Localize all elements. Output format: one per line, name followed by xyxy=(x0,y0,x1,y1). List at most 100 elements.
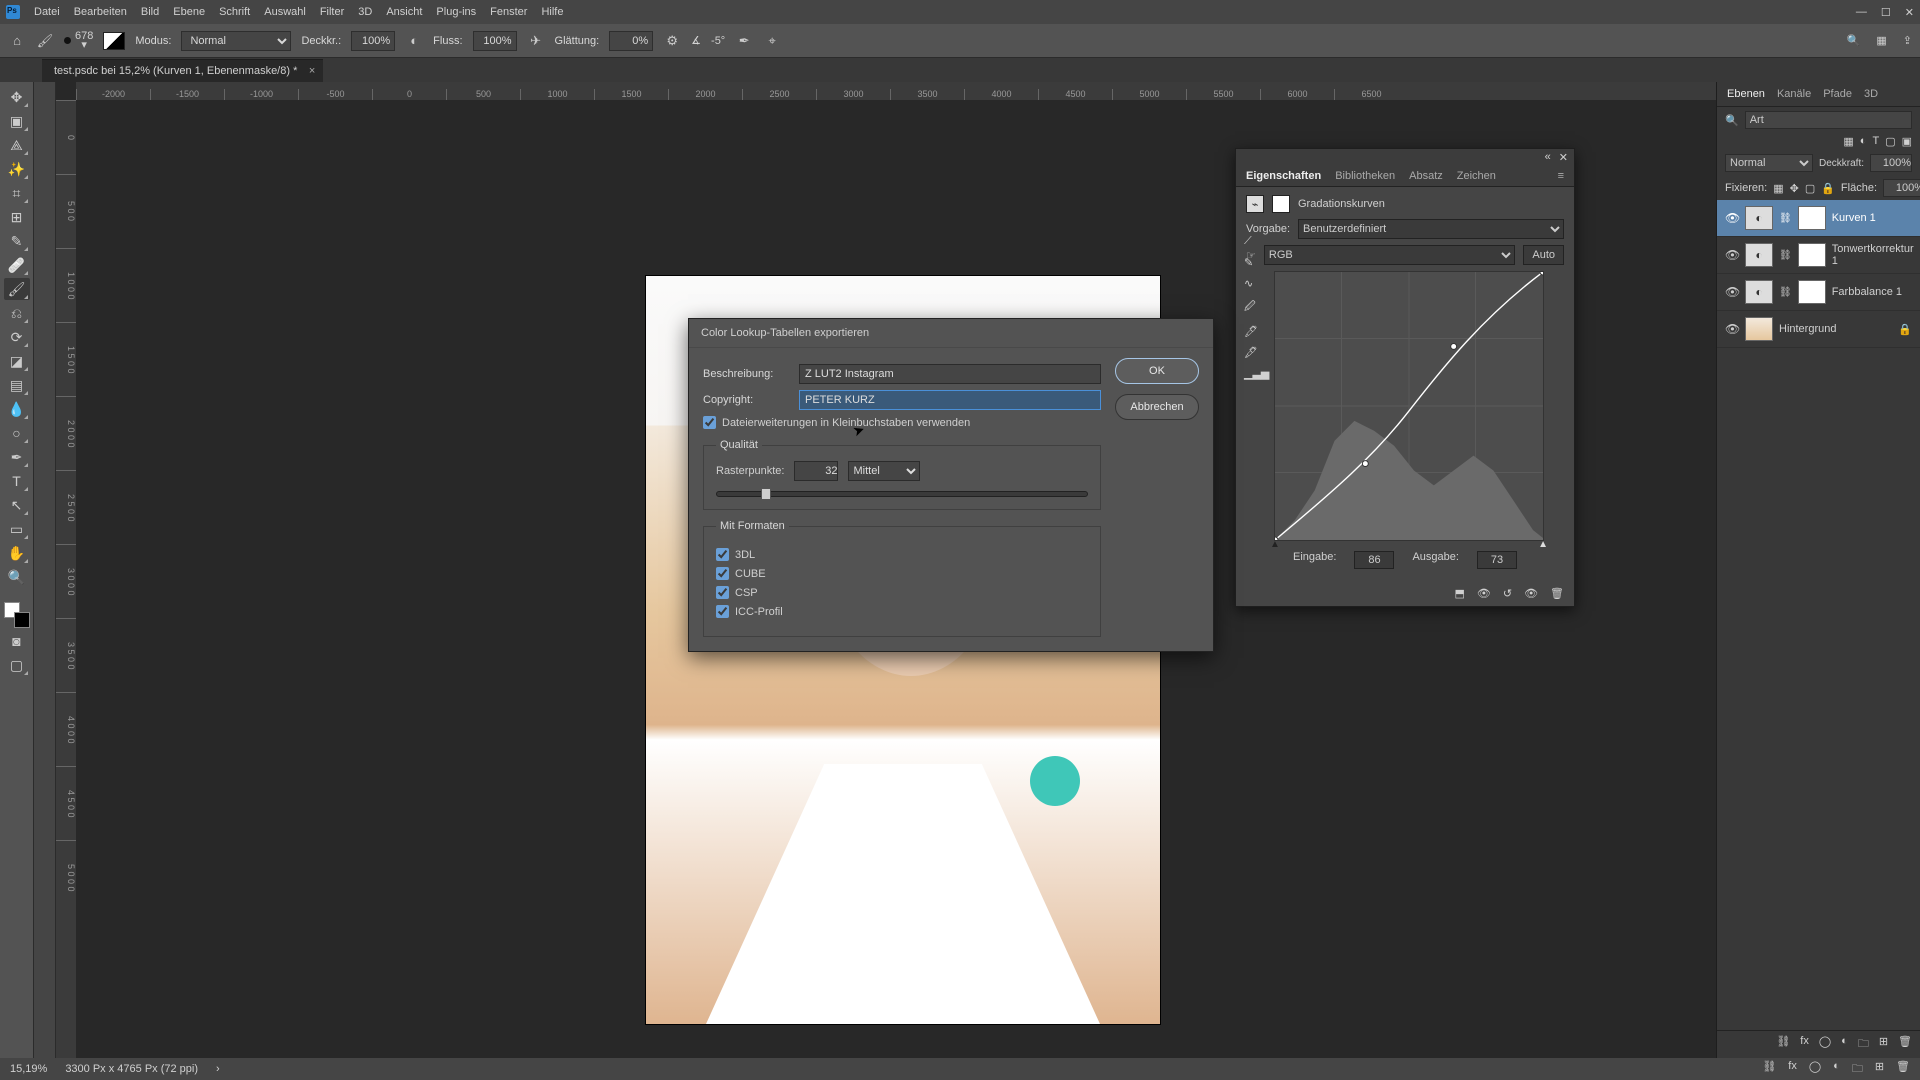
layer-fill-input[interactable] xyxy=(1883,179,1920,197)
frame-tool[interactable]: ⊞ xyxy=(4,206,30,228)
brush-icon[interactable]: 🖌 xyxy=(36,32,54,50)
filter-shape-icon[interactable]: ▢ xyxy=(1885,135,1895,148)
gradient-tool[interactable]: ▤ xyxy=(4,374,30,396)
format-csp-checkbox[interactable] xyxy=(716,586,729,599)
workspace-icon[interactable]: ▦ xyxy=(1876,34,1886,47)
window-minimize-icon[interactable]: — xyxy=(1856,6,1867,19)
status-adjust-icon[interactable]: ◐ xyxy=(1833,1060,1840,1079)
tab-libraries[interactable]: Bibliotheken xyxy=(1335,170,1395,182)
wand-tool[interactable]: ✨ xyxy=(4,158,30,180)
status-link-icon[interactable]: ⛓ xyxy=(1762,1060,1776,1079)
symmetry-icon[interactable]: ⌖ xyxy=(763,32,781,50)
layer-row[interactable]: 👁◐⛓Kurven 1 xyxy=(1717,200,1920,237)
menu-plugins[interactable]: Plug-ins xyxy=(436,6,476,18)
opacity-input[interactable] xyxy=(351,31,395,51)
brush-preset-picker[interactable]: 678▾ xyxy=(64,32,93,50)
toggle-visibility-icon[interactable]: 👁 xyxy=(1524,587,1538,600)
pen-tool[interactable]: ✒ xyxy=(4,446,30,468)
panel-menu-icon[interactable]: ≡ xyxy=(1558,170,1564,182)
menu-layer[interactable]: Ebene xyxy=(173,6,205,18)
description-input[interactable] xyxy=(799,364,1101,384)
menu-view[interactable]: Ansicht xyxy=(386,6,422,18)
adjustment-thumb[interactable]: ◐ xyxy=(1745,243,1773,267)
brush-panel-toggle-icon[interactable] xyxy=(103,32,125,50)
flow-input[interactable] xyxy=(473,31,517,51)
delete-layer-icon[interactable]: 🗑 xyxy=(1898,1035,1912,1054)
curves-graph[interactable]: ▲ ▲ xyxy=(1274,271,1544,541)
zoom-tool[interactable]: 🔍 xyxy=(4,566,30,588)
doc-info-arrow-icon[interactable]: › xyxy=(216,1063,220,1075)
auto-button[interactable]: Auto xyxy=(1523,245,1564,265)
menu-select[interactable]: Auswahl xyxy=(264,6,306,18)
panel-collapse-icon[interactable]: « xyxy=(1545,151,1551,164)
tab-paths[interactable]: Pfade xyxy=(1823,88,1852,100)
layer-row[interactable]: 👁◐⛓Farbbalance 1 xyxy=(1717,274,1920,311)
shape-tool[interactable]: ▭ xyxy=(4,518,30,540)
layer-filter-input[interactable] xyxy=(1745,111,1912,129)
move-tool[interactable]: ✥ xyxy=(4,86,30,108)
tab-character[interactable]: Zeichen xyxy=(1457,170,1496,182)
tab-channels[interactable]: Kanäle xyxy=(1777,88,1811,100)
adjustment-layer-icon[interactable]: ◐ xyxy=(1841,1035,1848,1054)
menu-file[interactable]: Datei xyxy=(34,6,60,18)
histogram-icon[interactable]: ▁▃▅ xyxy=(1244,367,1269,380)
path-select-tool[interactable]: ↖ xyxy=(4,494,30,516)
layer-mask-icon[interactable]: ◯ xyxy=(1819,1035,1831,1054)
blur-tool[interactable]: 💧 xyxy=(4,398,30,420)
filter-type-icon[interactable]: T xyxy=(1872,135,1879,148)
menu-type[interactable]: Schrift xyxy=(219,6,250,18)
copyright-input[interactable] xyxy=(799,390,1101,410)
menu-3d[interactable]: 3D xyxy=(358,6,372,18)
layer-blend-select[interactable]: Normal xyxy=(1725,154,1813,172)
visibility-icon[interactable]: 👁 xyxy=(1725,248,1739,262)
tab-paragraph[interactable]: Absatz xyxy=(1409,170,1443,182)
layer-row[interactable]: 👁◐⛓Tonwertkorrektur 1 xyxy=(1717,237,1920,274)
blend-mode-select[interactable]: Normal xyxy=(181,31,291,51)
status-trash-icon[interactable]: 🗑 xyxy=(1896,1060,1910,1079)
zoom-level[interactable]: 15,19% xyxy=(10,1063,47,1075)
tab-layers[interactable]: Ebenen xyxy=(1727,88,1765,100)
status-new-icon[interactable]: ⊞ xyxy=(1875,1060,1884,1079)
filter-adjust-icon[interactable]: ◐ xyxy=(1860,135,1867,148)
filter-pixel-icon[interactable]: ▦ xyxy=(1843,135,1853,148)
layer-name[interactable]: Kurven 1 xyxy=(1832,212,1912,224)
panel-close-icon[interactable]: ✕ xyxy=(1559,151,1568,164)
format-icc-checkbox[interactable] xyxy=(716,605,729,618)
menu-image[interactable]: Bild xyxy=(141,6,159,18)
quickmask-tool[interactable]: ◙ xyxy=(4,630,30,652)
clip-icon[interactable]: ⬒ xyxy=(1454,587,1464,600)
gridpoints-input[interactable] xyxy=(794,461,838,481)
search-icon[interactable]: 🔍 xyxy=(1725,114,1739,127)
link-layers-icon[interactable]: ⛓ xyxy=(1776,1035,1790,1054)
visibility-icon[interactable]: 👁 xyxy=(1725,322,1739,336)
type-tool[interactable]: T xyxy=(4,470,30,492)
format-3dl-checkbox[interactable] xyxy=(716,548,729,561)
pressure-opacity-icon[interactable]: ◐ xyxy=(405,32,423,50)
lowercase-ext-checkbox[interactable] xyxy=(703,416,716,429)
quality-preset-select[interactable]: Mittel xyxy=(848,461,920,481)
input-value[interactable] xyxy=(1354,551,1394,569)
status-folder-icon[interactable]: 🗀 xyxy=(1852,1060,1863,1079)
doc-info[interactable]: 3300 Px x 4765 Px (72 ppi) xyxy=(65,1063,198,1075)
menu-help[interactable]: Hilfe xyxy=(541,6,563,18)
mask-thumb[interactable] xyxy=(1798,280,1826,304)
hand-tool[interactable]: ✋ xyxy=(4,542,30,564)
new-layer-icon[interactable]: ⊞ xyxy=(1879,1035,1888,1054)
home-icon[interactable]: ⌂ xyxy=(8,32,26,50)
window-close-icon[interactable]: ✕ xyxy=(1905,6,1914,19)
smoothing-input[interactable] xyxy=(609,31,653,51)
stamp-tool[interactable]: ⎌ xyxy=(4,302,30,324)
brush-tool[interactable]: 🖌 xyxy=(4,278,30,300)
white-eyedropper-icon[interactable]: 🖋 xyxy=(1244,346,1269,359)
quality-slider[interactable] xyxy=(716,491,1088,497)
color-swatches[interactable] xyxy=(4,602,30,628)
status-fx-icon[interactable]: fx xyxy=(1788,1060,1797,1079)
layer-thumb[interactable] xyxy=(1745,317,1773,341)
black-eyedropper-icon[interactable]: 🖉 xyxy=(1244,298,1269,317)
cancel-button[interactable]: Abbrechen xyxy=(1115,394,1199,420)
share-icon[interactable]: ⇪ xyxy=(1903,34,1912,47)
reset-icon[interactable]: ↺ xyxy=(1503,587,1512,600)
adjustment-thumb[interactable]: ◐ xyxy=(1745,280,1773,304)
healing-tool[interactable]: 🩹 xyxy=(4,254,30,276)
lock-all-icon[interactable]: 🔒 xyxy=(1821,182,1835,195)
